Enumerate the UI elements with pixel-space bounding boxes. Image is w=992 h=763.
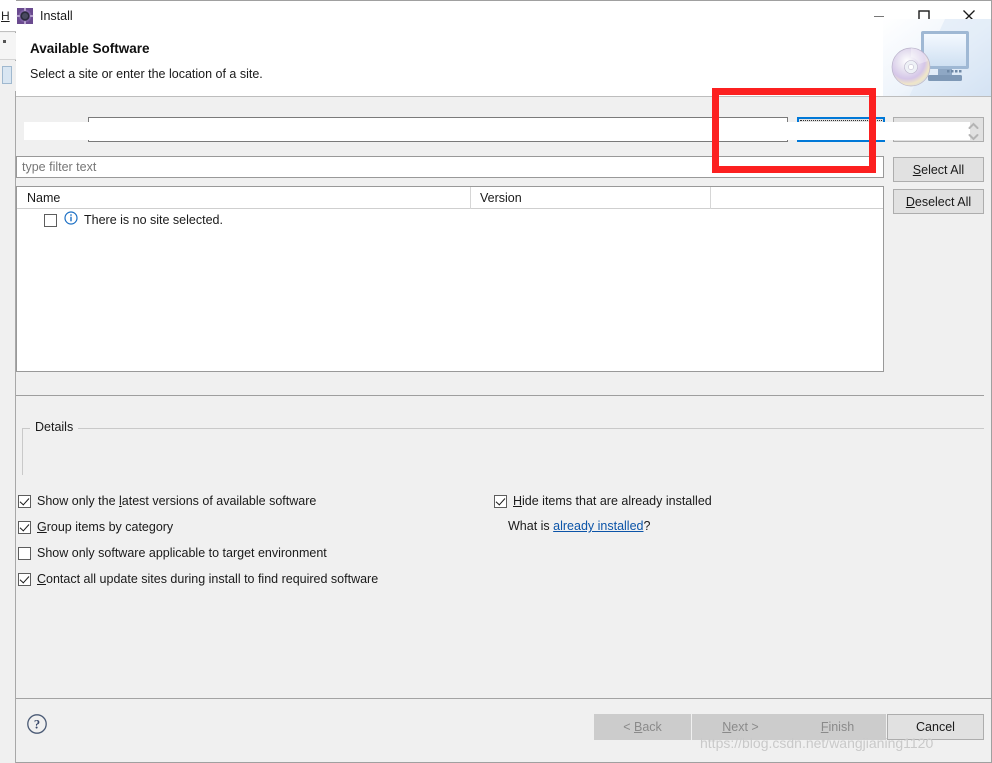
- checkbox-label: Show only the latest versions of availab…: [37, 494, 317, 508]
- checkbox-label: Group items by category: [37, 520, 174, 534]
- next-button-label: Next >: [722, 720, 759, 734]
- checkbox-label: Show only software applicable to target …: [37, 546, 327, 560]
- table-header-row: Name Version: [17, 187, 883, 209]
- background-tab: [2, 66, 12, 84]
- table-row[interactable]: There is no site selected.: [17, 209, 223, 231]
- details-text-area[interactable]: [24, 122, 970, 140]
- details-group-border: [22, 428, 984, 475]
- page-title: Available Software: [30, 41, 150, 56]
- column-header-name[interactable]: Name: [17, 187, 470, 209]
- dialog-header: Install Available Software Select a site…: [16, 1, 991, 97]
- cancel-button-label: Cancel: [916, 720, 955, 734]
- back-button[interactable]: < Back: [594, 714, 691, 740]
- checkbox-box[interactable]: [18, 546, 31, 560]
- filter-placeholder: type filter text: [22, 160, 97, 174]
- checkbox-box[interactable]: [18, 494, 31, 508]
- deselect-all-button[interactable]: Deselect All: [893, 189, 984, 214]
- background-window-sliver: H: [0, 0, 16, 763]
- checkbox-box[interactable]: [18, 572, 31, 586]
- select-all-button[interactable]: Select All: [893, 157, 984, 182]
- install-dialog: Install Available Software Select a site…: [16, 0, 992, 763]
- row-checkbox[interactable]: [44, 213, 57, 227]
- details-legend: Details: [30, 420, 79, 434]
- watermark-text: https://blog.csdn.net/wangjianing1120: [700, 735, 934, 751]
- info-icon: [64, 210, 78, 230]
- help-button[interactable]: ?: [26, 713, 48, 735]
- window-title: Install: [40, 9, 73, 23]
- checkbox-label: Hide items that are already installed: [513, 494, 712, 508]
- column-header-extra[interactable]: [710, 187, 883, 209]
- background-menu-letter: H: [1, 9, 10, 23]
- what-is-prefix: What is: [508, 519, 554, 533]
- checkbox-group-items-by-category[interactable]: Group items by category: [18, 520, 173, 534]
- checkbox-show-latest-versions[interactable]: Show only the latest versions of availab…: [18, 494, 316, 508]
- back-button-label: < Back: [623, 720, 662, 734]
- select-all-button-label: Select All: [912, 162, 965, 177]
- spinner-up-icon: [968, 122, 979, 129]
- finish-button-label: Finish: [820, 720, 855, 734]
- what-is-already-installed: What is already installed?: [508, 519, 650, 533]
- footer-separator: [16, 698, 991, 699]
- checkbox-box[interactable]: [18, 520, 31, 534]
- spinner-down-icon: [968, 134, 979, 141]
- details-group: Details: [22, 420, 984, 475]
- column-header-version[interactable]: Version: [470, 187, 710, 209]
- dialog-body: Work with: type or select a site Add... …: [16, 98, 991, 762]
- what-is-suffix: ?: [643, 519, 651, 533]
- filter-input[interactable]: type filter text: [16, 156, 884, 178]
- help-icon: ?: [27, 714, 47, 734]
- install-gear-icon: [16, 7, 34, 25]
- row-name-text: There is no site selected.: [84, 213, 223, 227]
- monitor-with-disc-icon: [883, 19, 991, 96]
- background-toolbar-dot: [3, 40, 6, 43]
- checkbox-label: Contact all update sites during install …: [37, 572, 379, 586]
- details-separator: [16, 395, 984, 396]
- already-installed-link[interactable]: already installed: [553, 519, 643, 533]
- deselect-all-button-label: Deselect All: [905, 194, 972, 209]
- checkbox-hide-already-installed[interactable]: Hide items that are already installed: [494, 494, 712, 508]
- up-down-spinner-icon[interactable]: [967, 122, 981, 141]
- background-toolbar: [0, 33, 16, 60]
- available-software-table[interactable]: Name Version There is no site selected.: [16, 186, 884, 372]
- checkbox-box[interactable]: [494, 494, 507, 508]
- checkbox-show-applicable-to-target[interactable]: Show only software applicable to target …: [18, 546, 327, 560]
- title-bar: Install: [16, 1, 991, 33]
- svg-text:?: ?: [34, 717, 40, 731]
- page-description: Select a site or enter the location of a…: [30, 67, 263, 81]
- checkbox-contact-all-update-sites[interactable]: Contact all update sites during install …: [18, 572, 378, 586]
